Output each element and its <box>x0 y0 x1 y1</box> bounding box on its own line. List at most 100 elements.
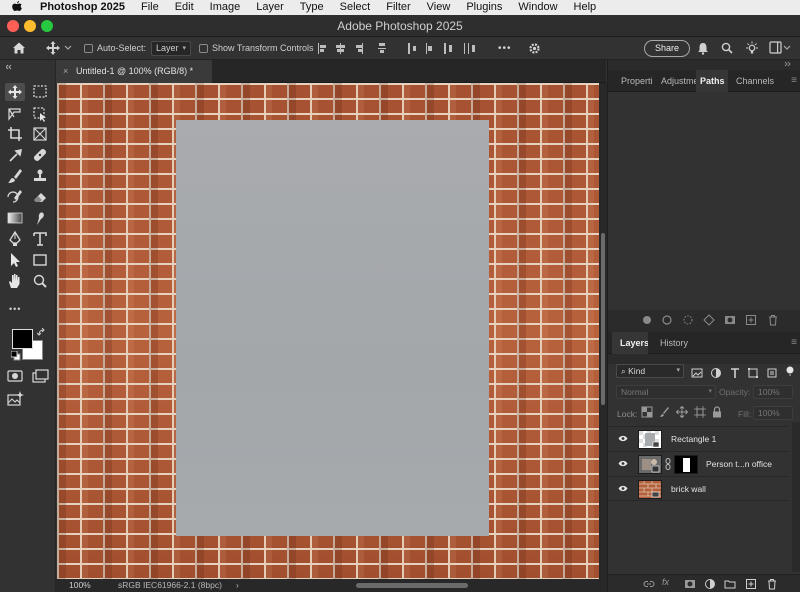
add-mask-icon[interactable] <box>724 314 736 326</box>
menu-select[interactable]: Select <box>332 0 379 15</box>
layer-filter-dropdown[interactable]: ⌕ Kind ▾ <box>616 364 684 378</box>
generate-image-icon[interactable] <box>5 390 25 408</box>
filter-smart-object-icon[interactable] <box>766 367 778 379</box>
tab-paths[interactable]: Paths <box>696 70 728 92</box>
crop-tool-icon[interactable] <box>5 125 25 143</box>
filter-pixel-icon[interactable] <box>691 367 703 379</box>
pen-tool-icon[interactable] <box>5 230 25 248</box>
type-tool-icon[interactable] <box>30 230 50 248</box>
menu-app-name[interactable]: Photoshop 2025 <box>34 0 133 15</box>
gear-icon[interactable] <box>528 37 542 60</box>
smudge-tool-icon[interactable] <box>30 209 50 227</box>
delete-layer-icon[interactable] <box>766 578 778 590</box>
new-adjustment-layer-icon[interactable] <box>704 578 716 590</box>
filter-adjustment-icon[interactable] <box>710 367 722 379</box>
eraser-tool-icon[interactable] <box>30 188 50 206</box>
menu-file[interactable]: File <box>133 0 167 15</box>
share-button[interactable]: Share <box>644 40 691 57</box>
move-tool-icon[interactable] <box>5 83 25 101</box>
layer-name[interactable]: Person t...n office <box>706 452 772 477</box>
tab-layers[interactable]: Layers <box>612 332 648 354</box>
vertical-scrollbar[interactable] <box>599 83 607 579</box>
menu-type[interactable]: Type <box>292 0 332 15</box>
lock-artboard-icon[interactable] <box>694 406 706 418</box>
lock-transparent-pixels-icon[interactable] <box>641 406 653 418</box>
link-icon[interactable] <box>665 458 671 470</box>
rectangle-1-shape[interactable] <box>176 120 489 536</box>
history-brush-tool-icon[interactable] <box>5 188 25 206</box>
menu-window[interactable]: Window <box>510 0 565 15</box>
menu-filter[interactable]: Filter <box>378 0 418 15</box>
make-work-path-icon[interactable] <box>703 314 715 326</box>
bell-icon[interactable] <box>697 37 711 60</box>
apple-menu-icon[interactable] <box>0 0 34 15</box>
edit-toolbar-button[interactable]: ••• <box>9 304 21 314</box>
layer-row[interactable]: Rectangle 1 <box>608 426 788 451</box>
document-canvas[interactable] <box>57 83 599 579</box>
blend-mode-dropdown[interactable]: Normal ▾ <box>616 385 716 399</box>
new-layer-icon[interactable] <box>745 578 757 590</box>
stroke-path-icon[interactable] <box>661 314 673 326</box>
quick-mask-icon[interactable] <box>5 367 25 385</box>
tab-properties[interactable]: Properties <box>612 70 652 92</box>
search-icon[interactable] <box>721 37 735 60</box>
clone-stamp-tool-icon[interactable] <box>30 167 50 185</box>
layer-row[interactable]: Person t...n office <box>608 451 788 476</box>
delete-path-icon[interactable] <box>767 314 779 326</box>
fill-input[interactable]: 100% <box>753 406 793 420</box>
document-tab[interactable]: × Untitled-1 @ 100% (RGB/8) * <box>56 60 212 83</box>
healing-brush-tool-icon[interactable] <box>30 146 50 164</box>
path-selection-tool-icon[interactable] <box>5 251 25 269</box>
home-icon[interactable] <box>12 37 30 60</box>
filter-toggle-icon[interactable] <box>784 365 796 377</box>
eyedropper-tool-icon[interactable] <box>5 146 25 164</box>
tab-adjustments[interactable]: Adjustments <box>655 70 697 92</box>
menu-plugins[interactable]: Plugins <box>458 0 510 15</box>
hand-tool-icon[interactable] <box>5 272 25 290</box>
screen-mode-icon[interactable] <box>30 367 50 385</box>
add-layer-mask-icon[interactable] <box>684 578 696 590</box>
gradient-tool-icon[interactable] <box>5 209 25 227</box>
menu-layer[interactable]: Layer <box>248 0 292 15</box>
layer-style-fx-icon[interactable]: fx <box>662 577 676 589</box>
eye-icon[interactable] <box>618 435 628 442</box>
horizontal-scroll-thumb[interactable] <box>356 583 468 588</box>
layer-mask-thumbnail[interactable] <box>674 455 698 474</box>
menu-edit[interactable]: Edit <box>167 0 202 15</box>
eye-icon[interactable] <box>618 485 628 492</box>
layer-row[interactable]: brick wall <box>608 476 788 501</box>
eye-icon[interactable] <box>618 460 628 467</box>
lock-position-icon[interactable] <box>676 406 688 418</box>
zoom-tool-icon[interactable] <box>30 272 50 290</box>
new-group-icon[interactable] <box>724 578 736 590</box>
marquee-tool-icon[interactable] <box>30 83 50 101</box>
close-tab-icon[interactable]: × <box>63 60 68 83</box>
object-selection-tool-icon[interactable] <box>30 105 50 123</box>
menu-view[interactable]: View <box>419 0 459 15</box>
rectangle-tool-icon[interactable] <box>30 251 50 269</box>
new-path-icon[interactable] <box>745 314 757 326</box>
opacity-input[interactable]: 100% <box>753 385 793 399</box>
panel-collapse-icon[interactable] <box>784 61 794 69</box>
auto-select-dropdown[interactable]: Layer ▾ <box>151 41 191 56</box>
workspace-icon[interactable] <box>769 37 793 60</box>
layer-name[interactable]: Rectangle 1 <box>671 427 716 452</box>
lightbulb-icon[interactable] <box>745 37 759 60</box>
load-selection-icon[interactable] <box>682 314 694 326</box>
layers-scrollbar[interactable] <box>792 422 800 572</box>
default-colors-icon[interactable] <box>11 351 21 361</box>
lock-all-icon[interactable] <box>711 406 723 418</box>
lasso-tool-icon[interactable] <box>5 105 25 123</box>
show-transform-checkbox[interactable] <box>199 37 208 60</box>
status-info-arrow[interactable]: › <box>236 579 239 592</box>
move-tool-preset-icon[interactable] <box>46 37 74 60</box>
menu-help[interactable]: Help <box>566 0 605 15</box>
fill-path-icon[interactable] <box>641 314 653 326</box>
vertical-scroll-thumb[interactable] <box>601 233 605 405</box>
layers-panel-menu-icon[interactable]: ≡ <box>791 332 797 354</box>
swap-colors-icon[interactable] <box>37 328 47 338</box>
filter-shape-icon[interactable] <box>747 367 759 379</box>
more-options-button[interactable]: ••• <box>498 37 512 60</box>
brush-tool-icon[interactable] <box>5 167 25 185</box>
foreground-color-swatch[interactable] <box>12 329 33 349</box>
